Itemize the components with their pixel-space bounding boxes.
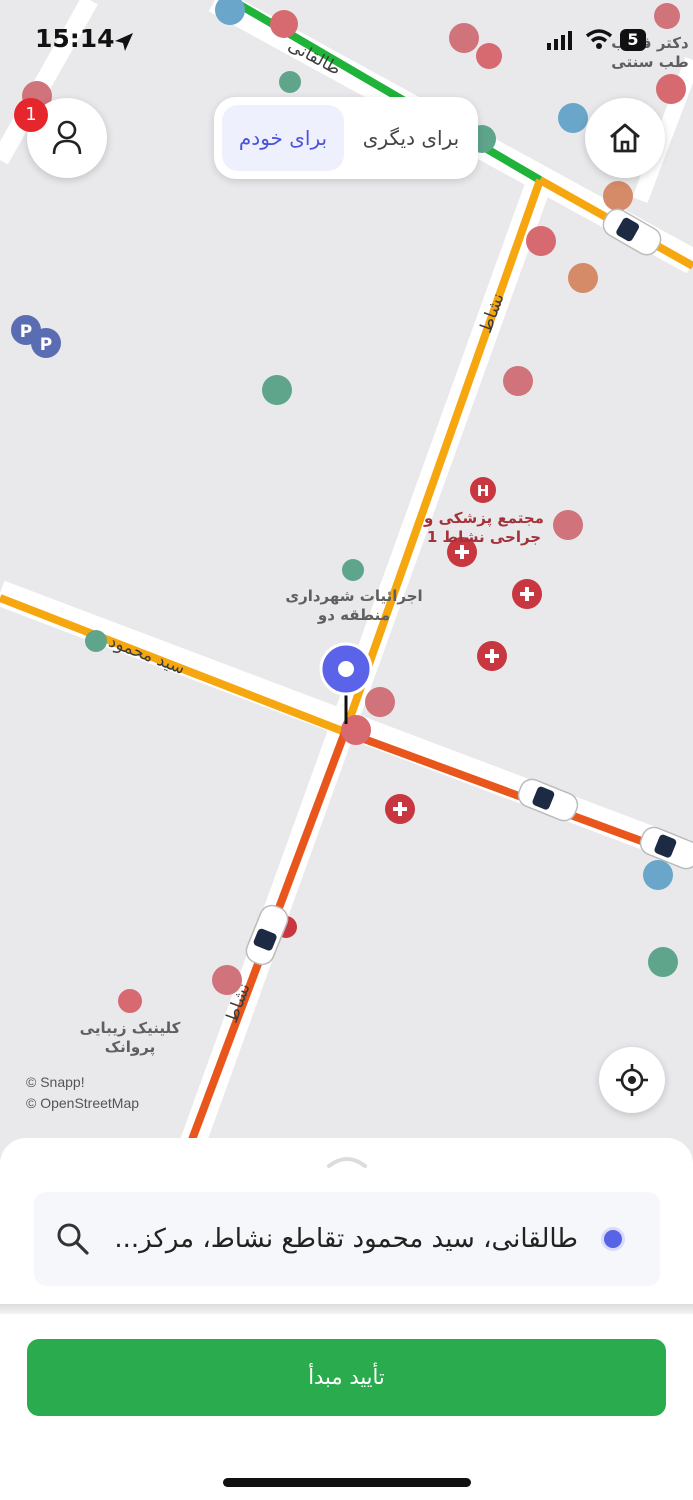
- crosshair-icon: [616, 1064, 648, 1096]
- origin-dot-icon: [604, 1230, 622, 1248]
- signal-icon: [547, 31, 572, 50]
- bottom-sheet: طالقانی، سید محمود تقاطع نشاط، مرکز... ت…: [0, 1138, 693, 1500]
- home-button[interactable]: [585, 98, 665, 178]
- segment-for-other[interactable]: برای دیگری: [352, 105, 470, 171]
- sheet-divider: [0, 1304, 693, 1314]
- chevron-up-icon[interactable]: [326, 1154, 368, 1168]
- origin-address-text: طالقانی، سید محمود تقاطع نشاط، مرکز...: [114, 1224, 578, 1254]
- battery-indicator: 5: [620, 29, 646, 51]
- status-time: 15:14: [35, 24, 115, 53]
- svg-text:P: P: [20, 322, 32, 342]
- home-indicator: [223, 1478, 471, 1487]
- place-label-medical-complex-1: مجتمع پزشکی و: [423, 509, 544, 528]
- wifi-icon: [585, 29, 613, 49]
- place-label-medical-complex-2: جراحی نشاط 1: [427, 528, 541, 546]
- confirm-origin-button[interactable]: تأیید مبدأ: [27, 1339, 666, 1416]
- svg-text:H: H: [477, 482, 490, 500]
- origin-address-field[interactable]: طالقانی، سید محمود تقاطع نشاط، مرکز...: [34, 1192, 660, 1286]
- place-label-clinic-2: پروانک: [105, 1038, 155, 1057]
- home-icon: [610, 123, 640, 153]
- my-location-button[interactable]: [599, 1047, 665, 1113]
- person-icon: [52, 120, 82, 155]
- search-icon[interactable]: [56, 1222, 90, 1256]
- place-label-municipality-1: اجرائیات شهرداری: [285, 587, 422, 605]
- attribution-snapp: © Snapp!: [26, 1074, 85, 1090]
- location-arrow-icon: [115, 33, 133, 51]
- ride-for-toggle: برای خودم برای دیگری: [214, 97, 478, 179]
- attribution-osm: © OpenStreetMap: [26, 1095, 140, 1111]
- segment-for-me[interactable]: برای خودم: [222, 105, 344, 171]
- notification-badge: 1: [14, 98, 48, 132]
- status-bar: 15:14 5: [0, 0, 693, 80]
- place-label-municipality-2: منطقه دو: [317, 606, 390, 624]
- svg-text:P: P: [40, 335, 52, 355]
- place-label-clinic-1: کلینیک زیبایی: [80, 1019, 181, 1037]
